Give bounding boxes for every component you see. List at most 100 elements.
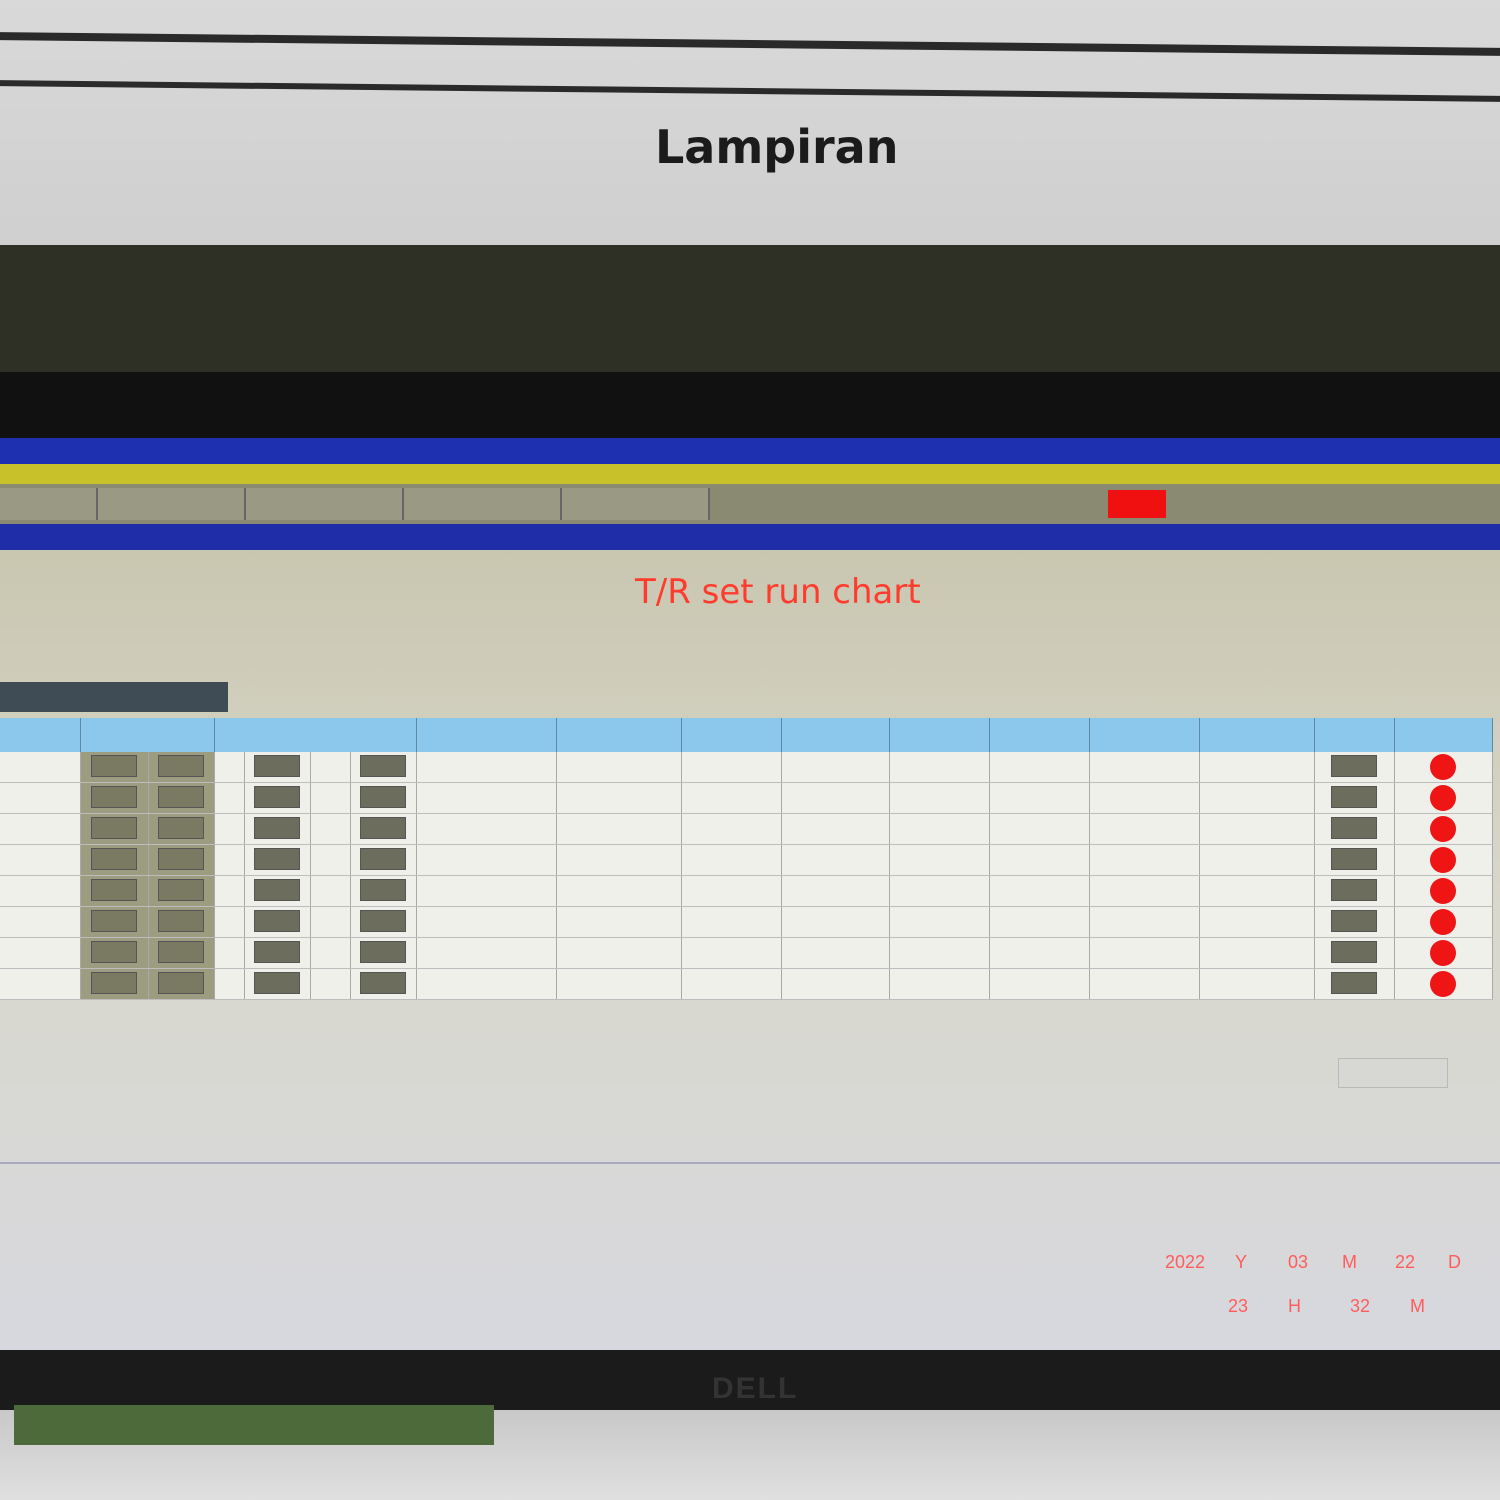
value-cell — [1199, 906, 1315, 938]
date-year-unit: Y — [1235, 1252, 1248, 1272]
option-cell — [350, 875, 417, 907]
value-cell — [989, 813, 1090, 845]
menu-item-1[interactable] — [0, 488, 98, 520]
status-indicator-icon — [1430, 909, 1456, 935]
date-day: 22 — [1395, 1252, 1416, 1272]
row-control-button[interactable] — [1331, 786, 1377, 808]
value-cell — [556, 875, 682, 907]
paper-rule — [0, 80, 1500, 102]
value-cell — [1089, 906, 1200, 938]
column-header — [889, 718, 990, 752]
row-control-button[interactable] — [1331, 972, 1377, 994]
row-action-button[interactable] — [158, 972, 204, 994]
tab-strip[interactable] — [0, 682, 228, 712]
value-cell — [556, 968, 682, 1000]
monitor-bezel-top — [0, 372, 1500, 442]
row-option-button[interactable] — [254, 817, 300, 839]
status-indicator-icon — [1430, 754, 1456, 780]
row-control-button[interactable] — [1331, 910, 1377, 932]
row-action-button[interactable] — [158, 755, 204, 777]
value-cell — [889, 752, 990, 783]
row-option-button[interactable] — [360, 817, 406, 839]
status-strip — [0, 464, 1500, 484]
row-action-button[interactable] — [91, 972, 137, 994]
spacer-cell — [310, 844, 351, 876]
value-cell — [889, 875, 990, 907]
spacer-cell — [214, 968, 245, 1000]
row-option-button[interactable] — [254, 786, 300, 808]
row-action-button[interactable] — [158, 848, 204, 870]
menu-item-5[interactable] — [562, 488, 710, 520]
row-option-button[interactable] — [360, 910, 406, 932]
row-action-button[interactable] — [158, 941, 204, 963]
row-option-button[interactable] — [360, 786, 406, 808]
row-action-button[interactable] — [158, 879, 204, 901]
option-cell — [244, 968, 311, 1000]
row-action-button[interactable] — [91, 817, 137, 839]
row-action-button[interactable] — [158, 910, 204, 932]
mode-cell — [416, 752, 557, 783]
row-option-button[interactable] — [254, 848, 300, 870]
menu-item-3[interactable] — [246, 488, 404, 520]
row-option-button[interactable] — [254, 755, 300, 777]
spacer-cell — [310, 875, 351, 907]
value-cell — [556, 844, 682, 876]
status-cell — [1394, 813, 1493, 845]
option-cell — [244, 752, 311, 783]
divider — [0, 1162, 1500, 1164]
column-header — [1314, 718, 1395, 752]
row-action-button[interactable] — [91, 941, 137, 963]
control-cell — [1314, 844, 1395, 876]
row-option-button[interactable] — [360, 879, 406, 901]
background-wall — [0, 245, 1500, 375]
row-control-button[interactable] — [1331, 848, 1377, 870]
page-title: T/R set run chart — [635, 572, 921, 612]
row-option-button[interactable] — [360, 972, 406, 994]
value-cell — [1199, 752, 1315, 783]
row-option-button[interactable] — [254, 879, 300, 901]
row-action-button[interactable] — [91, 910, 137, 932]
row-control-button[interactable] — [1331, 941, 1377, 963]
value-cell — [1089, 875, 1200, 907]
row-action-button[interactable] — [158, 786, 204, 808]
row-option-button[interactable] — [254, 941, 300, 963]
exit-button[interactable] — [1338, 1058, 1448, 1088]
row-option-button[interactable] — [360, 848, 406, 870]
row-option-button[interactable] — [254, 972, 300, 994]
date-month: 03 — [1288, 1252, 1309, 1272]
menu-item-4[interactable] — [404, 488, 562, 520]
spacer-cell — [214, 937, 245, 969]
option-cell — [244, 813, 311, 845]
table-row — [0, 875, 1493, 907]
value-cell — [556, 937, 682, 969]
row-action-button[interactable] — [91, 755, 137, 777]
action-cell — [80, 782, 149, 814]
run-chart-table — [0, 718, 1493, 1000]
row-action-button[interactable] — [91, 879, 137, 901]
row-control-button[interactable] — [1331, 879, 1377, 901]
row-option-button[interactable] — [254, 910, 300, 932]
spacer-cell — [214, 875, 245, 907]
value-cell — [1199, 844, 1315, 876]
row-action-button[interactable] — [158, 817, 204, 839]
row-option-button[interactable] — [360, 941, 406, 963]
alarm-indicator[interactable] — [1108, 490, 1166, 518]
row-control-button[interactable] — [1331, 817, 1377, 839]
value-cell — [989, 782, 1090, 814]
value-cell — [1089, 968, 1200, 1000]
row-id-cell — [0, 844, 81, 876]
value-cell — [1089, 752, 1200, 783]
column-header — [1394, 718, 1493, 752]
row-option-button[interactable] — [360, 755, 406, 777]
table-row — [0, 782, 1493, 814]
status-indicator-icon — [1430, 878, 1456, 904]
action-cell — [80, 844, 149, 876]
status-indicator-icon — [1430, 971, 1456, 997]
row-control-button[interactable] — [1331, 755, 1377, 777]
row-action-button[interactable] — [91, 848, 137, 870]
row-action-button[interactable] — [91, 786, 137, 808]
spacer-cell — [310, 968, 351, 1000]
menu-item-2[interactable] — [98, 488, 246, 520]
value-cell — [889, 906, 990, 938]
option-cell — [244, 875, 311, 907]
